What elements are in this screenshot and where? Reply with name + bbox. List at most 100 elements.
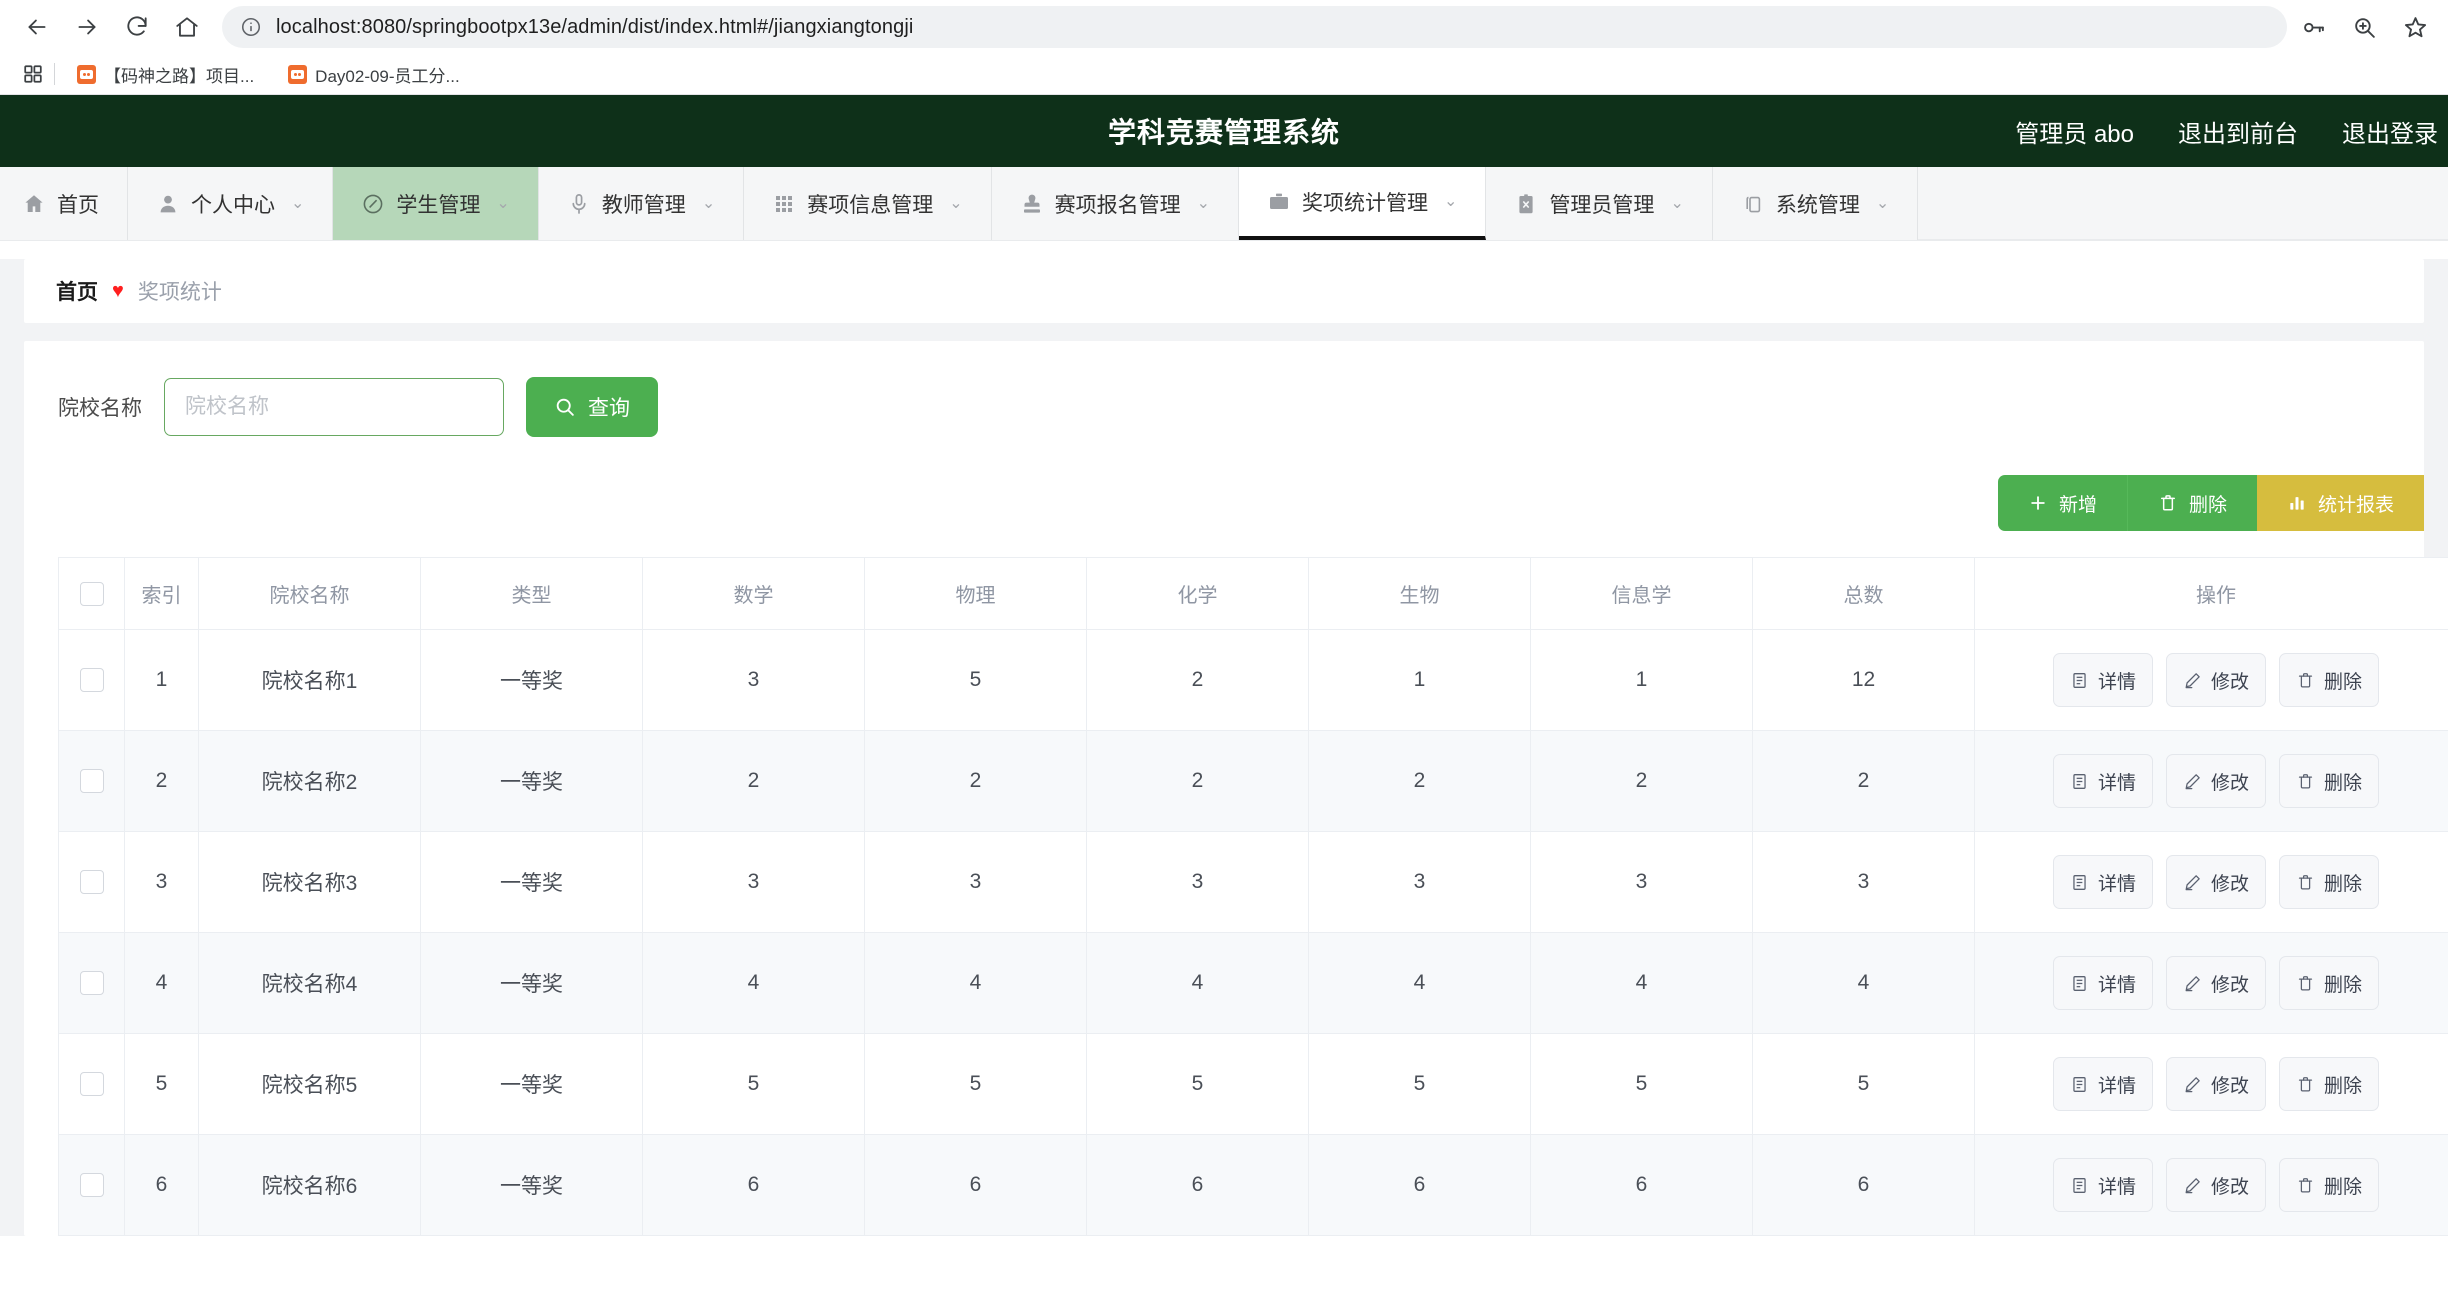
row-action-group: 详情 修改 删除	[1975, 1057, 2448, 1111]
nav-item-personal-center[interactable]: 个人中心 ⌄	[128, 167, 334, 240]
add-button[interactable]: 新增	[1997, 475, 2127, 531]
search-form: 院校名称 查询	[58, 377, 2390, 437]
nav-item-home[interactable]: 首页	[0, 167, 128, 240]
bookmark-favicon	[288, 64, 308, 84]
row-action-label: 修改	[2210, 1176, 2249, 1198]
nav-spacer	[1918, 167, 2448, 240]
row-checkbox[interactable]	[79, 1072, 104, 1097]
address-bar[interactable]: localhost:8080/springbootpx13e/admin/dis…	[222, 6, 2287, 48]
row-action-删除-button[interactable]: 删除	[2279, 956, 2380, 1010]
cell-informatics: 3	[1530, 831, 1753, 933]
row-action-label: 删除	[2324, 772, 2363, 794]
nav-item-event-info-management[interactable]: 赛项信息管理 ⌄	[744, 167, 992, 240]
apps-grid-icon[interactable]	[16, 63, 50, 85]
row-action-修改-button[interactable]: 修改	[2165, 1158, 2266, 1212]
row-action-详情-button[interactable]: 详情	[2052, 653, 2153, 707]
reload-icon[interactable]	[114, 4, 160, 50]
cell-operations: 详情 修改 删除	[1974, 1134, 2448, 1236]
cell-math: 5	[642, 1033, 865, 1135]
delete-button-label: 删除	[2188, 494, 2227, 516]
nav-item-award-statistics-management[interactable]: 奖项统计管理 ⌄	[1239, 167, 1487, 240]
row-action-删除-button[interactable]: 删除	[2279, 855, 2380, 909]
home-icon[interactable]	[164, 4, 210, 50]
cell-math: 3	[642, 831, 865, 933]
row-action-修改-button[interactable]: 修改	[2165, 855, 2266, 909]
cell-type: 一等奖	[420, 730, 643, 832]
cell-total: 12	[1752, 629, 1975, 731]
logout-link[interactable]: 退出登录	[2342, 114, 2438, 149]
nav-item-label: 系统管理	[1775, 193, 1860, 217]
statistics-report-button[interactable]: 统计报表	[2256, 475, 2424, 531]
cell-physics: 6	[864, 1134, 1087, 1236]
zoom-in-icon[interactable]	[2352, 15, 2377, 40]
cell-index: 1	[124, 629, 199, 731]
row-action-label: 删除	[2324, 974, 2363, 996]
row-action-group: 详情 修改 删除	[1975, 956, 2448, 1010]
pencil-icon	[2183, 873, 2202, 892]
row-action-详情-button[interactable]: 详情	[2052, 754, 2153, 808]
cell-type: 一等奖	[420, 1033, 643, 1135]
back-arrow-icon[interactable]	[14, 4, 60, 50]
microphone-icon	[567, 192, 591, 216]
forward-arrow-icon[interactable]	[64, 4, 110, 50]
nav-item-system-management[interactable]: 系统管理 ⌄	[1712, 167, 1919, 240]
table-row: 2 院校名称2 一等奖 2 2 2 2 2 2 详情 修改 删除	[58, 730, 2448, 832]
chevron-down-icon: ⌄	[496, 194, 510, 212]
row-checkbox[interactable]	[79, 971, 104, 996]
row-checkbox[interactable]	[79, 870, 104, 895]
search-input[interactable]	[164, 378, 504, 436]
row-action-详情-button[interactable]: 详情	[2052, 855, 2153, 909]
cell-total: 5	[1752, 1033, 1975, 1135]
delete-button[interactable]: 删除	[2126, 475, 2257, 531]
row-action-group: 详情 修改 删除	[1975, 855, 2448, 909]
row-checkbox[interactable]	[79, 1173, 104, 1198]
detail-doc-icon	[2070, 974, 2089, 993]
select-all-checkbox[interactable]	[79, 581, 104, 606]
detail-doc-icon	[2070, 1075, 2089, 1094]
nav-item-event-registration-management[interactable]: 赛项报名管理 ⌄	[991, 167, 1240, 240]
row-action-删除-button[interactable]: 删除	[2279, 754, 2380, 808]
cell-operations: 详情 修改 删除	[1974, 932, 2448, 1034]
grid-dots-icon	[772, 192, 796, 216]
row-action-详情-button[interactable]: 详情	[2052, 956, 2153, 1010]
plus-icon	[2028, 493, 2048, 513]
cell-index: 4	[124, 932, 199, 1034]
cell-biology: 1	[1308, 629, 1531, 731]
bookmark-item[interactable]: 【码神之路】项目...	[65, 58, 266, 91]
cell-school-name: 院校名称1	[198, 629, 421, 731]
breadcrumb-home[interactable]: 首页	[56, 276, 98, 306]
row-action-修改-button[interactable]: 修改	[2165, 653, 2266, 707]
chevron-down-icon: ⌄	[1444, 192, 1458, 210]
chevron-down-icon: ⌄	[949, 194, 963, 212]
query-button[interactable]: 查询	[526, 377, 658, 437]
password-key-icon[interactable]	[2301, 15, 2326, 40]
exit-to-frontend-link[interactable]: 退出到前台	[2178, 114, 2298, 149]
cell-operations: 详情 修改 删除	[1974, 629, 2448, 731]
nav-item-admin-management[interactable]: 管理员管理 ⌄	[1486, 167, 1713, 240]
table-header-row: 索引 院校名称 类型 数学 物理 化学 生物 信息学 总数 操作	[58, 557, 2448, 630]
site-info-icon[interactable]	[240, 16, 262, 38]
row-action-删除-button[interactable]: 删除	[2279, 653, 2380, 707]
row-action-删除-button[interactable]: 删除	[2279, 1158, 2380, 1212]
pencil-icon	[2183, 974, 2202, 993]
nav-item-label: 赛项信息管理	[807, 193, 934, 217]
bookmark-item[interactable]: Day02-09-员工分...	[276, 58, 472, 91]
row-checkbox[interactable]	[79, 769, 104, 794]
row-action-删除-button[interactable]: 删除	[2279, 1057, 2380, 1111]
pencil-icon	[2183, 671, 2202, 690]
search-icon	[554, 396, 576, 418]
row-action-详情-button[interactable]: 详情	[2052, 1158, 2153, 1212]
row-checkbox[interactable]	[79, 668, 104, 693]
row-action-group: 详情 修改 删除	[1975, 754, 2448, 808]
nav-item-teacher-management[interactable]: 教师管理 ⌄	[538, 167, 745, 240]
cell-total: 2	[1752, 730, 1975, 832]
trash-icon	[2158, 493, 2178, 513]
nav-item-label: 学生管理	[396, 193, 481, 217]
row-action-修改-button[interactable]: 修改	[2165, 1057, 2266, 1111]
row-action-详情-button[interactable]: 详情	[2052, 1057, 2153, 1111]
trash-icon	[2296, 671, 2315, 690]
row-action-修改-button[interactable]: 修改	[2165, 754, 2266, 808]
bookmark-star-icon[interactable]	[2403, 15, 2428, 40]
row-action-修改-button[interactable]: 修改	[2165, 956, 2266, 1010]
nav-item-student-management[interactable]: 学生管理 ⌄	[333, 167, 539, 240]
